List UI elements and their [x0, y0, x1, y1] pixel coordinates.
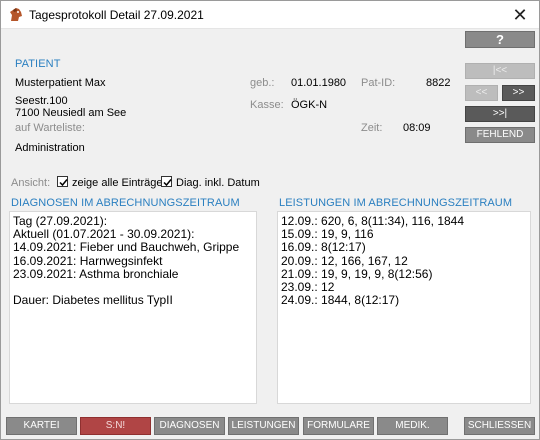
- nav-prev-button[interactable]: <<: [465, 85, 498, 101]
- service-line: 16.09.: 8(12:17): [281, 240, 366, 255]
- schliessen-button[interactable]: SCHLIESSEN: [464, 417, 535, 435]
- sn-button[interactable]: S:N!: [80, 417, 151, 435]
- time-value: 08:09: [403, 122, 431, 134]
- help-button[interactable]: ?: [465, 31, 535, 48]
- birth-label: geb.:: [250, 77, 275, 89]
- pid-label: Pat-ID:: [361, 77, 396, 89]
- nav-first-button[interactable]: |<<: [465, 63, 535, 79]
- administration-label: Administration: [15, 142, 85, 154]
- diag-date-label[interactable]: Diag. inkl. Datum: [176, 177, 260, 189]
- diagnosis-line: 23.09.2021: Asthma bronchiale: [13, 266, 179, 281]
- nav-last-button[interactable]: >>|: [465, 106, 535, 122]
- services-title: LEISTUNGEN IM ABRECHNUNGSZEITRAUM: [279, 197, 513, 209]
- diagnosis-line: Dauer: Diabetes mellitus TypII: [13, 293, 173, 308]
- birth-value: 01.01.1980: [291, 77, 347, 89]
- window-title: Tagesprotokoll Detail 27.09.2021: [29, 8, 204, 22]
- kartei-button[interactable]: KARTEI: [6, 417, 77, 435]
- kasse-label: Kasse:: [250, 99, 284, 111]
- patient-city: 7100 Neusiedl am See: [15, 107, 127, 119]
- show-all-checkbox[interactable]: [57, 176, 68, 187]
- diagnosis-line: 16.09.2021: Harnwegsinfekt: [13, 253, 163, 268]
- bottom-button-bar: KARTEI S:N! DIAGNOSEN LEISTUNGEN FORMULA…: [1, 415, 539, 437]
- waitlist-label: auf Warteliste:: [15, 122, 85, 134]
- service-line: 20.09.: 12, 166, 167, 12: [281, 253, 408, 268]
- diagnosen-button[interactable]: DIAGNOSEN: [154, 417, 225, 435]
- title-bar[interactable]: Tagesprotokoll Detail 27.09.2021 ✕: [1, 1, 539, 29]
- diag-date-checkbox[interactable]: [161, 176, 172, 187]
- close-icon[interactable]: ✕: [507, 3, 533, 27]
- diagnoses-textbox[interactable]: Tag (27.09.2021): Aktuell (01.07.2021 - …: [9, 211, 257, 404]
- diagnoses-title: DIAGNOSEN IM ABRECHNUNGSZEITRAUM: [11, 197, 240, 209]
- service-line: 24.09.: 1844, 8(12:17): [281, 293, 400, 308]
- diagnosis-line: 14.09.2021: Fieber und Bauchweh, Grippe: [13, 240, 240, 255]
- show-all-label[interactable]: zeige alle Einträge: [72, 177, 163, 189]
- time-label: Zeit:: [361, 122, 383, 134]
- services-textbox[interactable]: 12.09.: 620, 6, 8(11:34), 116, 1844 15.0…: [277, 211, 531, 404]
- view-label: Ansicht:: [11, 177, 51, 189]
- nav-next-button[interactable]: >>: [502, 85, 535, 101]
- patient-street: Seestr.100: [15, 95, 68, 107]
- leistungen-button[interactable]: LEISTUNGEN: [228, 417, 299, 435]
- dialog-window: Tagesprotokoll Detail 27.09.2021 ✕ ? PAT…: [0, 0, 540, 440]
- patient-name: Musterpatient Max: [15, 77, 106, 89]
- missing-button[interactable]: FEHLEND: [465, 127, 535, 143]
- horse-head-icon: [8, 7, 24, 23]
- patient-section-title: PATIENT: [15, 58, 61, 70]
- pid-value: 8822: [426, 77, 451, 89]
- formulare-button[interactable]: FORMULARE: [303, 417, 374, 435]
- kasse-value: ÖGK-N: [291, 99, 328, 111]
- medik-button[interactable]: MEDIK.: [377, 417, 448, 435]
